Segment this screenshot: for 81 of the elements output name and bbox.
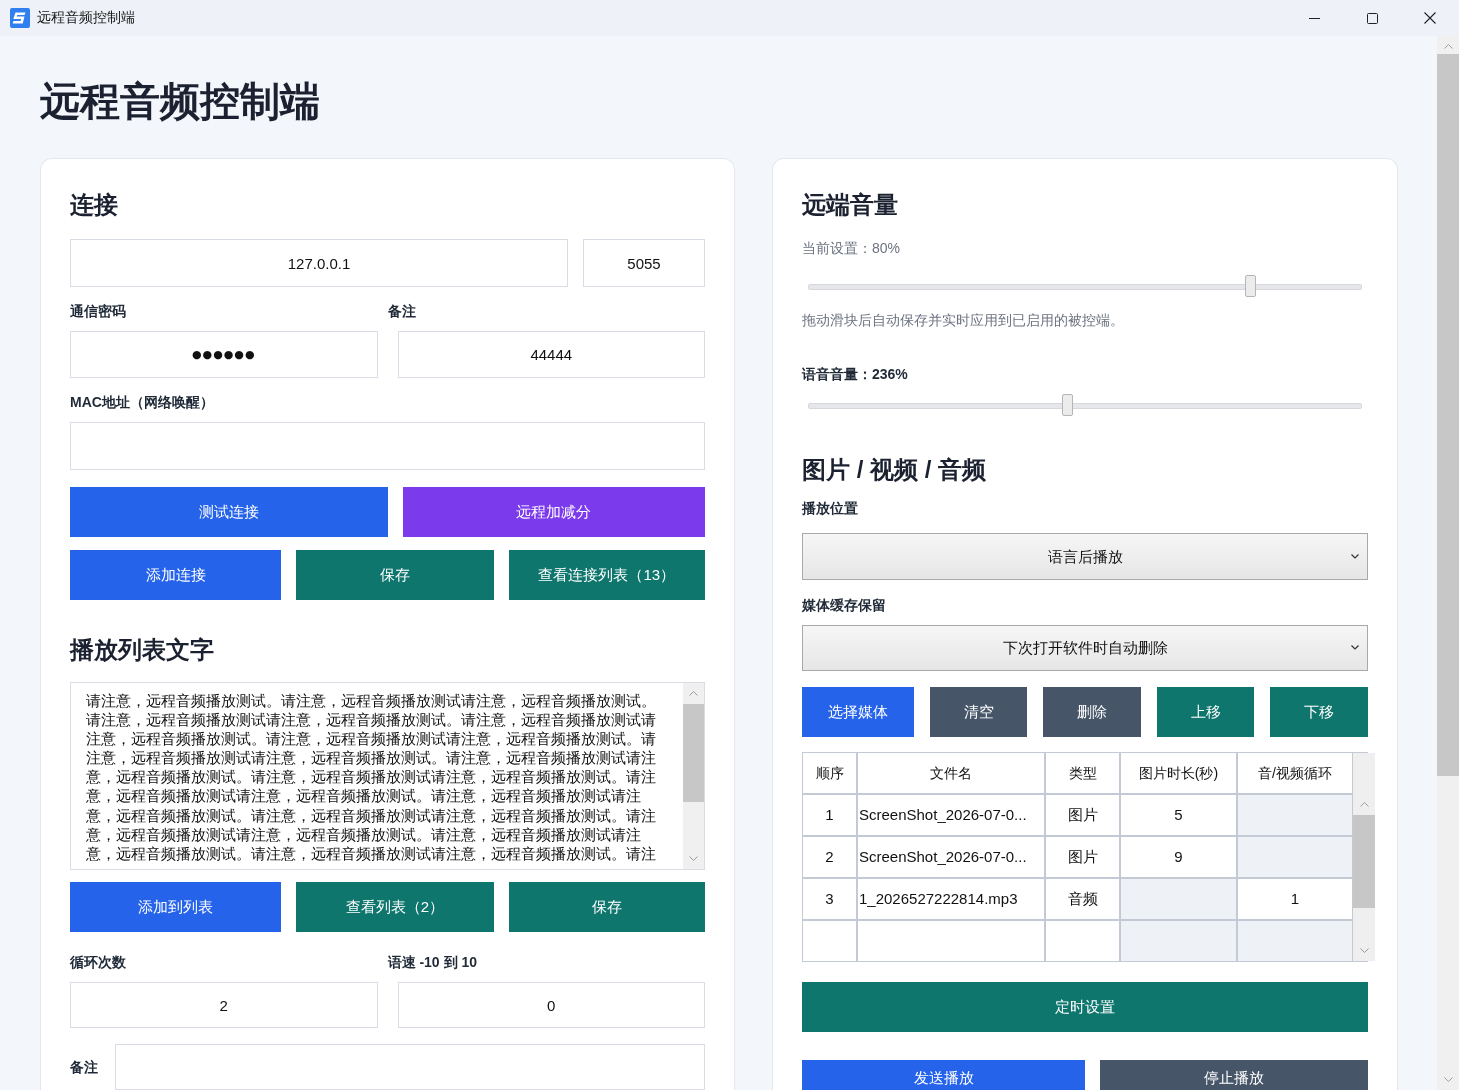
- action-button[interactable]: 删除: [1043, 687, 1141, 737]
- column-header: 图片时长(秒): [1121, 753, 1236, 793]
- section-heading: 播放列表文字: [70, 635, 214, 665]
- remark-field[interactable]: [115, 1044, 705, 1090]
- table-cell: ScreenShot_2026-07-0...: [858, 837, 1044, 877]
- mac-address-field[interactable]: [70, 422, 705, 470]
- volume-reading: 当前设置：80%: [802, 240, 901, 256]
- table-cell: 音频: [1046, 879, 1119, 919]
- field-label: 备注: [70, 1058, 99, 1077]
- action-button[interactable]: 添加连接: [70, 550, 282, 600]
- scrollbar-thumb[interactable]: [1437, 54, 1459, 776]
- hint-text: 拖动滑块后自动保存并实时应用到已启用的被控端。: [802, 312, 1124, 328]
- action-button[interactable]: 测试连接: [70, 487, 388, 537]
- field-label: 备注: [387, 302, 416, 321]
- action-button[interactable]: 选择媒体: [802, 687, 914, 737]
- chevron-down-icon[interactable]: [1359, 948, 1369, 953]
- action-button[interactable]: 下移: [1270, 687, 1368, 737]
- action-button[interactable]: 上移: [1157, 687, 1254, 737]
- minimize-icon: [1308, 17, 1320, 19]
- action-button[interactable]: 停止播放: [1100, 1060, 1368, 1090]
- page-title: 远程音频控制端: [40, 78, 320, 125]
- action-button[interactable]: 远程加减分: [402, 487, 705, 537]
- close-icon: [1424, 12, 1436, 24]
- text-area[interactable]: 请注意，远程音频播放测试。请注意，远程音频播放测试请注意，远程音频播放测试。 请注意，远程音频播放测试请注意，远程音频播放测试。请注意，远程音频播放测试请 注意，远程音频播放测试。请注意，远程音频播放测试请注意，远程音频播放测试。请 注意，远程音频播放测试请注意，远程音频播放测试。请注意，远程音频播放测试请注 意，远程音频播放测试。请注意，远程音频播放测试请注意，远程音频播放测试。请注 意，远程音频播放测试请注意，远程音频播放测试。请注意，远程音频播放测试请注 意，远程音频播放测试。请注意，远程音频播放测试请注意，远程音频播放测试。请注 意，远程音频播放测试请注意，远程音频播放测试。请注意，远程音频播放测试请注 意，远程音频播放测试。请注意，远程音频播放测试请注意，远程音频播放测试。请注: [70, 682, 705, 870]
- column-header: 文件名: [858, 753, 1044, 793]
- action-button[interactable]: 发送播放: [802, 1060, 1085, 1090]
- field-label: MAC地址（网络唤醒）: [70, 394, 214, 410]
- window-scrollbar[interactable]: [1437, 36, 1459, 1090]
- column-header: 顺序: [803, 753, 856, 793]
- volume-label: 语音音量：236%: [802, 366, 908, 382]
- column-header: 音/视频循环: [1238, 753, 1352, 793]
- scrollbar-thumb[interactable]: [683, 704, 704, 802]
- table-cell: 5: [1121, 795, 1236, 835]
- note-field[interactable]: 44444: [397, 331, 705, 378]
- table-cell: 3: [803, 879, 856, 919]
- slider-thumb[interactable]: [1062, 394, 1074, 416]
- table-cell: 1: [803, 795, 856, 835]
- action-button[interactable]: 查看列表（2）: [296, 882, 494, 932]
- dropdown[interactable]: 语言后播放: [802, 533, 1368, 580]
- schedule-button[interactable]: 定时设置: [802, 982, 1368, 1032]
- table-cell: 1: [1238, 879, 1352, 919]
- table-cell: 图片: [1046, 795, 1119, 835]
- chevron-up-icon[interactable]: [689, 691, 698, 696]
- section-heading: 图片 / 视频 / 音频: [802, 455, 986, 485]
- table-cell: ScreenShot_2026-07-0...: [858, 795, 1044, 835]
- app-icon: [10, 8, 30, 28]
- table-cell: 9: [1121, 837, 1236, 877]
- section-heading: 远端音量: [802, 190, 898, 220]
- scrollbar-thumb[interactable]: [1353, 815, 1375, 908]
- chevron-down-icon[interactable]: [689, 856, 698, 861]
- table-cell: 1_2026527222814.mp3: [858, 879, 1044, 919]
- chevron-down-icon: [1351, 645, 1359, 650]
- action-button[interactable]: 保存: [296, 550, 494, 600]
- window-title: 远程音频控制端: [37, 9, 135, 27]
- action-button[interactable]: 清空: [930, 687, 1027, 737]
- password-field[interactable]: ●●●●●●: [70, 331, 378, 378]
- maximize-icon: [1366, 12, 1378, 24]
- action-button[interactable]: 保存: [508, 882, 705, 932]
- table-cell: 图片: [1046, 837, 1119, 877]
- dropdown[interactable]: 下次打开软件时自动删除: [802, 625, 1368, 671]
- chevron-up-icon[interactable]: [1443, 44, 1453, 49]
- scrollbar[interactable]: [683, 683, 704, 869]
- field-label: 通信密码: [70, 302, 126, 321]
- action-button[interactable]: 查看连接列表（13）: [508, 550, 705, 600]
- chevron-up-icon[interactable]: [1359, 802, 1369, 807]
- action-button[interactable]: 添加到列表: [70, 882, 282, 932]
- field-label: 播放位置: [802, 500, 858, 516]
- host-field[interactable]: 127.0.0.1: [70, 239, 568, 287]
- loop-count-field[interactable]: 2: [70, 982, 378, 1028]
- column-header: 类型: [1046, 753, 1119, 793]
- field-label: 媒体缓存保留: [802, 597, 886, 613]
- chevron-down-icon[interactable]: [1443, 1077, 1453, 1082]
- field-label: 循环次数: [70, 953, 126, 972]
- section-heading: 连接: [70, 190, 118, 220]
- speech-rate-field[interactable]: 0: [397, 982, 705, 1028]
- slider-thumb[interactable]: [1244, 275, 1256, 297]
- scrollbar[interactable]: [1353, 753, 1375, 961]
- table-cell: 2: [803, 837, 856, 877]
- chevron-down-icon: [1351, 553, 1359, 559]
- port-field[interactable]: 5055: [583, 239, 705, 287]
- field-label: 语速 -10 到 10: [387, 953, 477, 972]
